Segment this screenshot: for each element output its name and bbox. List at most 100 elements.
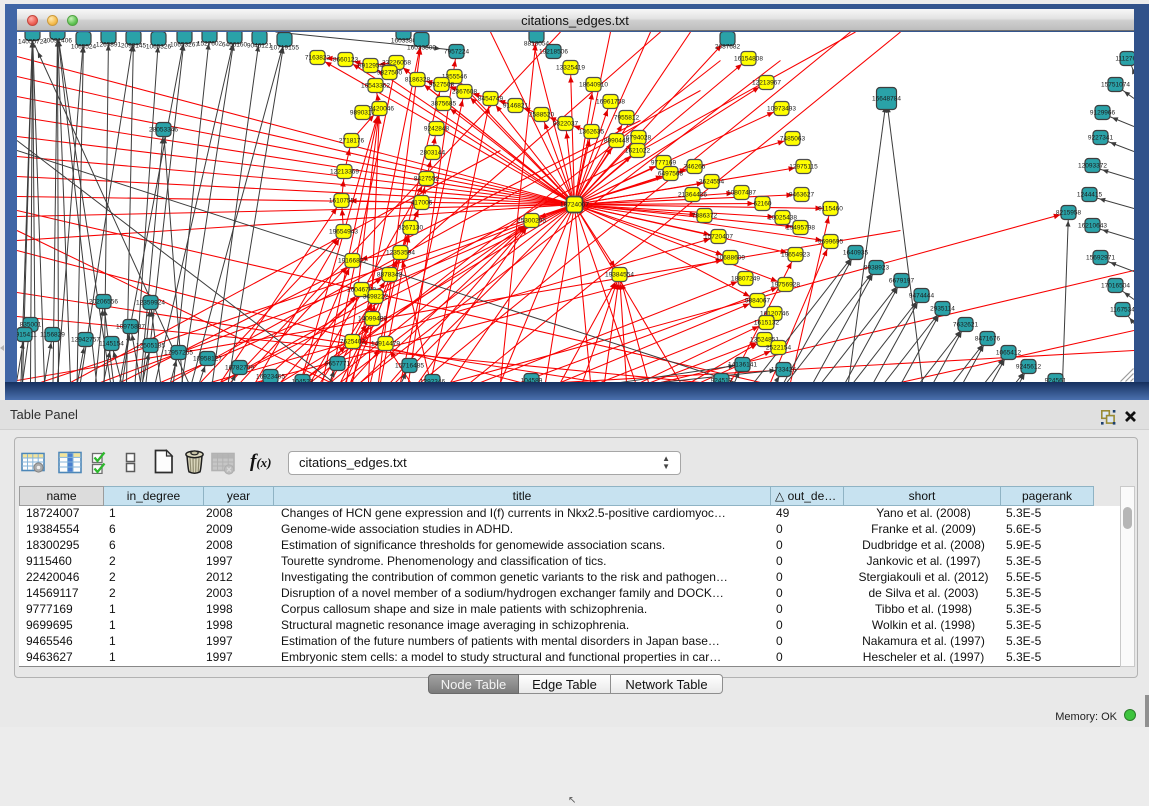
svg-text:2522154: 2522154 (765, 344, 791, 351)
svg-text:10719155: 10719155 (270, 44, 299, 51)
svg-text:2935114: 2935114 (930, 305, 955, 312)
svg-text:9115460: 9115460 (818, 205, 843, 212)
svg-text:10975887: 10975887 (116, 323, 145, 330)
svg-text:3915411: 3915411 (17, 331, 37, 338)
svg-text:18807249: 18807249 (731, 275, 760, 282)
svg-text:3875685: 3875685 (430, 100, 456, 107)
svg-text:1615132: 1615132 (753, 319, 779, 326)
svg-text:14136141: 14136141 (728, 361, 757, 368)
svg-text:2687682: 2687682 (714, 43, 740, 50)
svg-text:7163822: 7163822 (304, 54, 330, 61)
svg-text:19654943: 19654943 (329, 228, 358, 235)
svg-text:16648784: 16648784 (872, 95, 901, 102)
svg-text:16923465: 16923465 (256, 373, 285, 380)
svg-text:14914479: 14914479 (371, 340, 400, 347)
svg-text:9657771: 9657771 (324, 360, 350, 367)
svg-text:15720407: 15720407 (704, 233, 733, 240)
svg-text:104523: 104523 (291, 378, 313, 382)
svg-text:13325419: 13325419 (556, 64, 585, 71)
svg-text:17016504: 17016504 (1101, 282, 1130, 289)
svg-text:10688609: 10688609 (716, 254, 745, 261)
svg-text:746266: 746266 (683, 163, 705, 170)
svg-text:9474444: 9474444 (908, 292, 934, 299)
svg-text:6679197: 6679197 (888, 277, 914, 284)
svg-text:16782759: 16782759 (225, 364, 254, 371)
svg-text:3498222: 3498222 (362, 293, 388, 300)
svg-text:9699695: 9699695 (817, 238, 843, 245)
svg-text:9129966: 9129966 (1089, 109, 1115, 116)
svg-text:2588520: 2588520 (528, 111, 554, 118)
svg-text:25300295: 25300295 (517, 217, 546, 224)
svg-text:1145154: 1145154 (99, 340, 124, 347)
svg-text:924561: 924561 (1044, 377, 1066, 382)
svg-text:9245612: 9245612 (1015, 363, 1041, 370)
svg-text:7625402: 7625402 (339, 338, 365, 345)
svg-text:2803144: 2803144 (419, 149, 445, 156)
svg-text:8427552: 8427552 (413, 175, 439, 182)
svg-text:9146821: 9146821 (502, 102, 528, 109)
svg-text:8878342: 8878342 (376, 271, 402, 278)
svg-text:1065326: 1065326 (145, 43, 171, 50)
svg-text:8938923: 8938923 (863, 264, 889, 271)
svg-text:1527602: 1527602 (196, 40, 222, 47)
svg-text:2718176: 2718176 (338, 137, 364, 144)
svg-text:16210643: 16210643 (1078, 222, 1107, 229)
svg-text:1292346: 1292346 (419, 378, 445, 382)
svg-text:7886372: 7886372 (691, 212, 717, 219)
svg-text:12213369: 12213369 (330, 168, 359, 175)
svg-text:9827500: 9827500 (376, 69, 402, 76)
svg-text:19495798: 19495798 (786, 224, 815, 231)
svg-text:16961758: 16961758 (596, 98, 625, 105)
svg-text:1167534: 1167534 (1110, 306, 1134, 313)
svg-text:2098145: 2098145 (120, 42, 146, 49)
svg-text:8186328: 8186328 (404, 76, 430, 83)
svg-text:8322037: 8322037 (552, 120, 578, 127)
svg-text:6794028: 6794028 (625, 134, 651, 141)
svg-text:8454749: 8454749 (477, 95, 503, 102)
svg-text:9527508: 9527508 (428, 81, 454, 88)
svg-text:9884067: 9884067 (744, 297, 770, 304)
svg-text:1621022: 1621022 (624, 147, 650, 154)
svg-text:6466160: 6466160 (221, 41, 247, 48)
svg-text:9227341: 9227341 (1087, 134, 1113, 141)
svg-text:1610755: 1610755 (328, 197, 354, 204)
svg-text:104589: 104589 (520, 377, 542, 382)
svg-text:3624554: 3624554 (698, 178, 724, 185)
svg-text:12505185: 12505185 (136, 342, 165, 349)
svg-text:1065412: 1065412 (995, 349, 1021, 356)
svg-text:19384554: 19384554 (605, 271, 634, 278)
svg-text:1603380: 1603380 (390, 37, 416, 44)
svg-text:9046121: 9046121 (246, 42, 272, 49)
svg-text:15751074: 15751074 (1101, 81, 1130, 88)
svg-text:10653267: 10653267 (170, 41, 199, 48)
svg-text:1065524: 1065524 (70, 43, 96, 50)
svg-text:924517: 924517 (710, 377, 732, 382)
svg-text:12353594: 12353594 (386, 249, 415, 256)
svg-text:16033809: 16033809 (407, 44, 436, 51)
svg-text:19166827: 19166827 (338, 257, 367, 264)
svg-text:12942757: 12942757 (71, 336, 100, 343)
svg-text:10958127: 10958127 (193, 355, 222, 362)
svg-text:7485063: 7485063 (779, 135, 805, 142)
svg-text:21364436: 21364436 (678, 191, 707, 198)
svg-text:15716485: 15716485 (395, 362, 424, 369)
svg-text:14099489: 14099489 (358, 315, 387, 322)
svg-text:18640910: 18640910 (579, 81, 608, 88)
svg-text:20206556: 20206556 (89, 298, 118, 305)
svg-text:7955812: 7955812 (613, 114, 639, 121)
svg-text:19756928: 19756928 (771, 281, 800, 288)
svg-text:12359924: 12359924 (136, 299, 165, 306)
svg-text:9463627: 9463627 (788, 191, 814, 198)
svg-text:3267130: 3267130 (397, 224, 423, 231)
svg-text:12975115: 12975115 (789, 163, 818, 170)
svg-text:8912954: 8912954 (357, 62, 383, 69)
svg-text:8471676: 8471676 (974, 335, 1000, 342)
svg-text:8660123: 8660123 (332, 56, 358, 63)
svg-text:8215958: 8215958 (1055, 209, 1081, 216)
svg-text:9890317: 9890317 (349, 109, 375, 116)
svg-text:1362635: 1362635 (578, 128, 604, 135)
svg-text:6497568: 6497568 (657, 170, 683, 177)
svg-text:62160: 62160 (753, 200, 771, 207)
svg-text:7632621: 7632621 (952, 321, 978, 328)
svg-text:10973493: 10973493 (767, 105, 796, 112)
